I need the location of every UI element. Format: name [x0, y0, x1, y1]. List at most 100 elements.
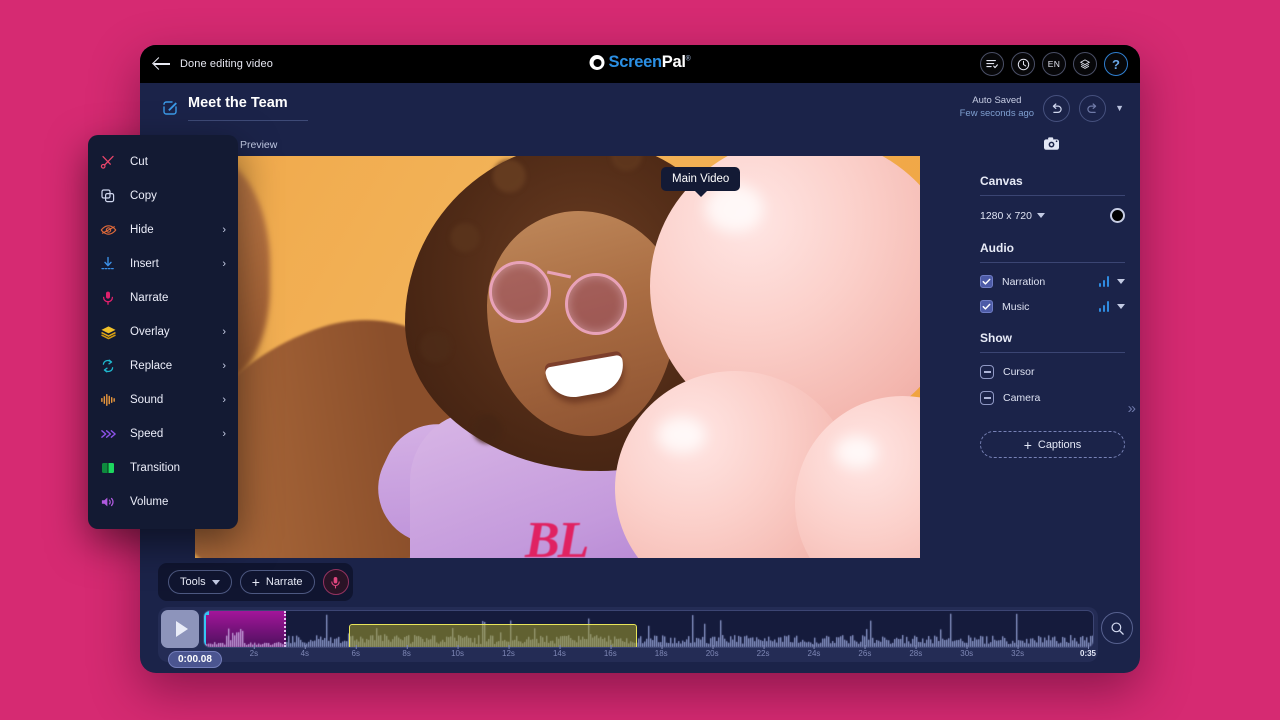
timeline-tick: 8s — [402, 649, 410, 658]
canvas-background-color-swatch[interactable] — [1110, 208, 1125, 223]
chevron-down-icon — [212, 580, 220, 585]
video-shirt-graphic: BL — [525, 511, 587, 558]
top-bar: Done editing video ScreenPal® EN ? — [140, 45, 1140, 83]
preview-bar: Preview — [140, 133, 1080, 156]
add-captions-button[interactable]: + Captions — [980, 431, 1125, 458]
audio-row-narration: Narration — [980, 275, 1125, 288]
chevron-down-icon — [1037, 213, 1045, 218]
camera-snapshot-icon[interactable] — [1043, 136, 1060, 156]
narration-level-icon[interactable] — [1099, 276, 1110, 287]
tools-bar: Tools + Narrate — [158, 563, 353, 601]
layers-icon — [100, 324, 124, 340]
chevron-right-icon: › — [222, 258, 226, 270]
video-preview[interactable]: BL — [195, 156, 920, 558]
menu-item-speed[interactable]: Speed› — [88, 417, 238, 451]
preview-label: Preview — [240, 139, 277, 151]
chevron-down-icon[interactable]: ▼ — [1115, 103, 1124, 113]
scissors-icon — [100, 154, 124, 170]
done-editing-video-button[interactable]: Done editing video — [154, 57, 273, 71]
autosave-time: Few seconds ago — [960, 108, 1034, 121]
narrate-label: Narrate — [266, 576, 303, 588]
divider — [980, 195, 1125, 196]
menu-item-overlay[interactable]: Overlay› — [88, 315, 238, 349]
camera-label: Camera — [1003, 392, 1040, 404]
menu-item-label: Speed — [130, 428, 163, 440]
microphone-icon — [330, 576, 341, 589]
menu-item-insert[interactable]: Insert › — [88, 247, 238, 281]
menu-item-narrate[interactable]: Narrate — [88, 281, 238, 315]
cursor-label: Cursor — [1003, 366, 1035, 378]
timeline-tick: 20s — [706, 649, 719, 658]
tools-button[interactable]: Tools — [168, 570, 232, 594]
chevron-right-icon: › — [222, 360, 226, 372]
menu-item-label: Copy — [130, 190, 157, 202]
chevron-right-icon: › — [222, 224, 226, 236]
music-level-icon[interactable] — [1099, 301, 1110, 312]
done-editing-video-label: Done editing video — [180, 58, 273, 70]
narrate-button[interactable]: + Narrate — [240, 570, 315, 594]
audio-section-title: Audio — [980, 223, 1125, 255]
undo-button[interactable] — [1043, 95, 1070, 122]
menu-item-copy[interactable]: Copy — [88, 179, 238, 213]
show-section-title: Show — [980, 313, 1125, 345]
timeline-tick: 26s — [858, 649, 871, 658]
language-label: EN — [1048, 59, 1060, 69]
timeline-playhead[interactable] — [204, 610, 206, 648]
menu-item-label: Insert — [130, 258, 159, 270]
menu-item-hide[interactable]: Hide› — [88, 213, 238, 247]
screenpal-logo: ScreenPal® — [590, 53, 691, 72]
eye-slash-icon — [100, 222, 124, 238]
screenpal-wordmark: ScreenPal® — [609, 53, 691, 72]
chevron-down-icon[interactable] — [1117, 279, 1125, 284]
volume-icon — [100, 494, 124, 510]
redo-button[interactable] — [1079, 95, 1106, 122]
audio-waveform — [204, 611, 1094, 648]
list-check-icon[interactable] — [980, 52, 1004, 76]
cursor-toggle[interactable] — [980, 365, 994, 379]
autosave-status: Auto Saved Few seconds ago — [960, 95, 1034, 121]
edit-pencil-icon[interactable] — [162, 100, 178, 116]
canvas-size-value: 1280 x 720 — [980, 210, 1032, 222]
audio-row-music: Music — [980, 300, 1125, 313]
timeline-track[interactable] — [203, 610, 1094, 648]
chevron-right-icon: › — [222, 326, 226, 338]
canvas-size-dropdown[interactable]: 1280 x 720 — [980, 210, 1045, 222]
timeline-tick: 6s — [352, 649, 360, 658]
timeline[interactable]: 2s4s6s8s10s12s14s16s18s20s22s24s26s28s30… — [158, 607, 1098, 662]
play-button[interactable] — [161, 610, 199, 648]
back-arrow-icon — [154, 57, 171, 71]
main-video-tooltip: Main Video — [661, 167, 740, 191]
layers-icon[interactable] — [1073, 52, 1097, 76]
menu-item-label: Cut — [130, 156, 148, 168]
timeline-end-time: 0:35 — [1080, 649, 1096, 658]
menu-item-replace[interactable]: Replace› — [88, 349, 238, 383]
top-bar-icon-group: EN ? — [980, 52, 1128, 76]
menu-item-transition[interactable]: Transition — [88, 451, 238, 485]
chevrons-icon — [100, 426, 124, 442]
timeline-tick: 2s — [250, 649, 258, 658]
divider — [980, 352, 1125, 353]
current-time-badge: 0:00.08 — [168, 651, 222, 668]
menu-item-sound[interactable]: Sound› — [88, 383, 238, 417]
show-row-camera: Camera — [980, 391, 1125, 405]
menu-item-cut[interactable]: Cut — [88, 145, 238, 179]
timeline-tick: 24s — [808, 649, 821, 658]
play-icon — [176, 621, 188, 637]
page-title[interactable]: Meet the Team — [188, 95, 308, 121]
music-checkbox[interactable] — [980, 300, 993, 313]
menu-item-volume[interactable]: Volume — [88, 485, 238, 519]
timeline-clip-audio[interactable] — [349, 624, 637, 648]
narration-checkbox[interactable] — [980, 275, 993, 288]
help-icon[interactable]: ? — [1104, 52, 1128, 76]
zoom-timeline-button[interactable] — [1101, 612, 1133, 644]
chevron-down-icon[interactable] — [1117, 304, 1125, 309]
history-clock-icon[interactable] — [1011, 52, 1035, 76]
microphone-record-button[interactable] — [323, 569, 349, 595]
tools-label: Tools — [180, 576, 206, 588]
language-icon[interactable]: EN — [1042, 52, 1066, 76]
plus-icon: + — [252, 574, 260, 590]
title-row: Meet the Team Auto Saved Few seconds ago… — [140, 83, 1140, 133]
timeline-tick: 4s — [301, 649, 309, 658]
camera-toggle[interactable] — [980, 391, 994, 405]
collapse-panel-chevron-icon[interactable]: » — [1128, 400, 1136, 417]
